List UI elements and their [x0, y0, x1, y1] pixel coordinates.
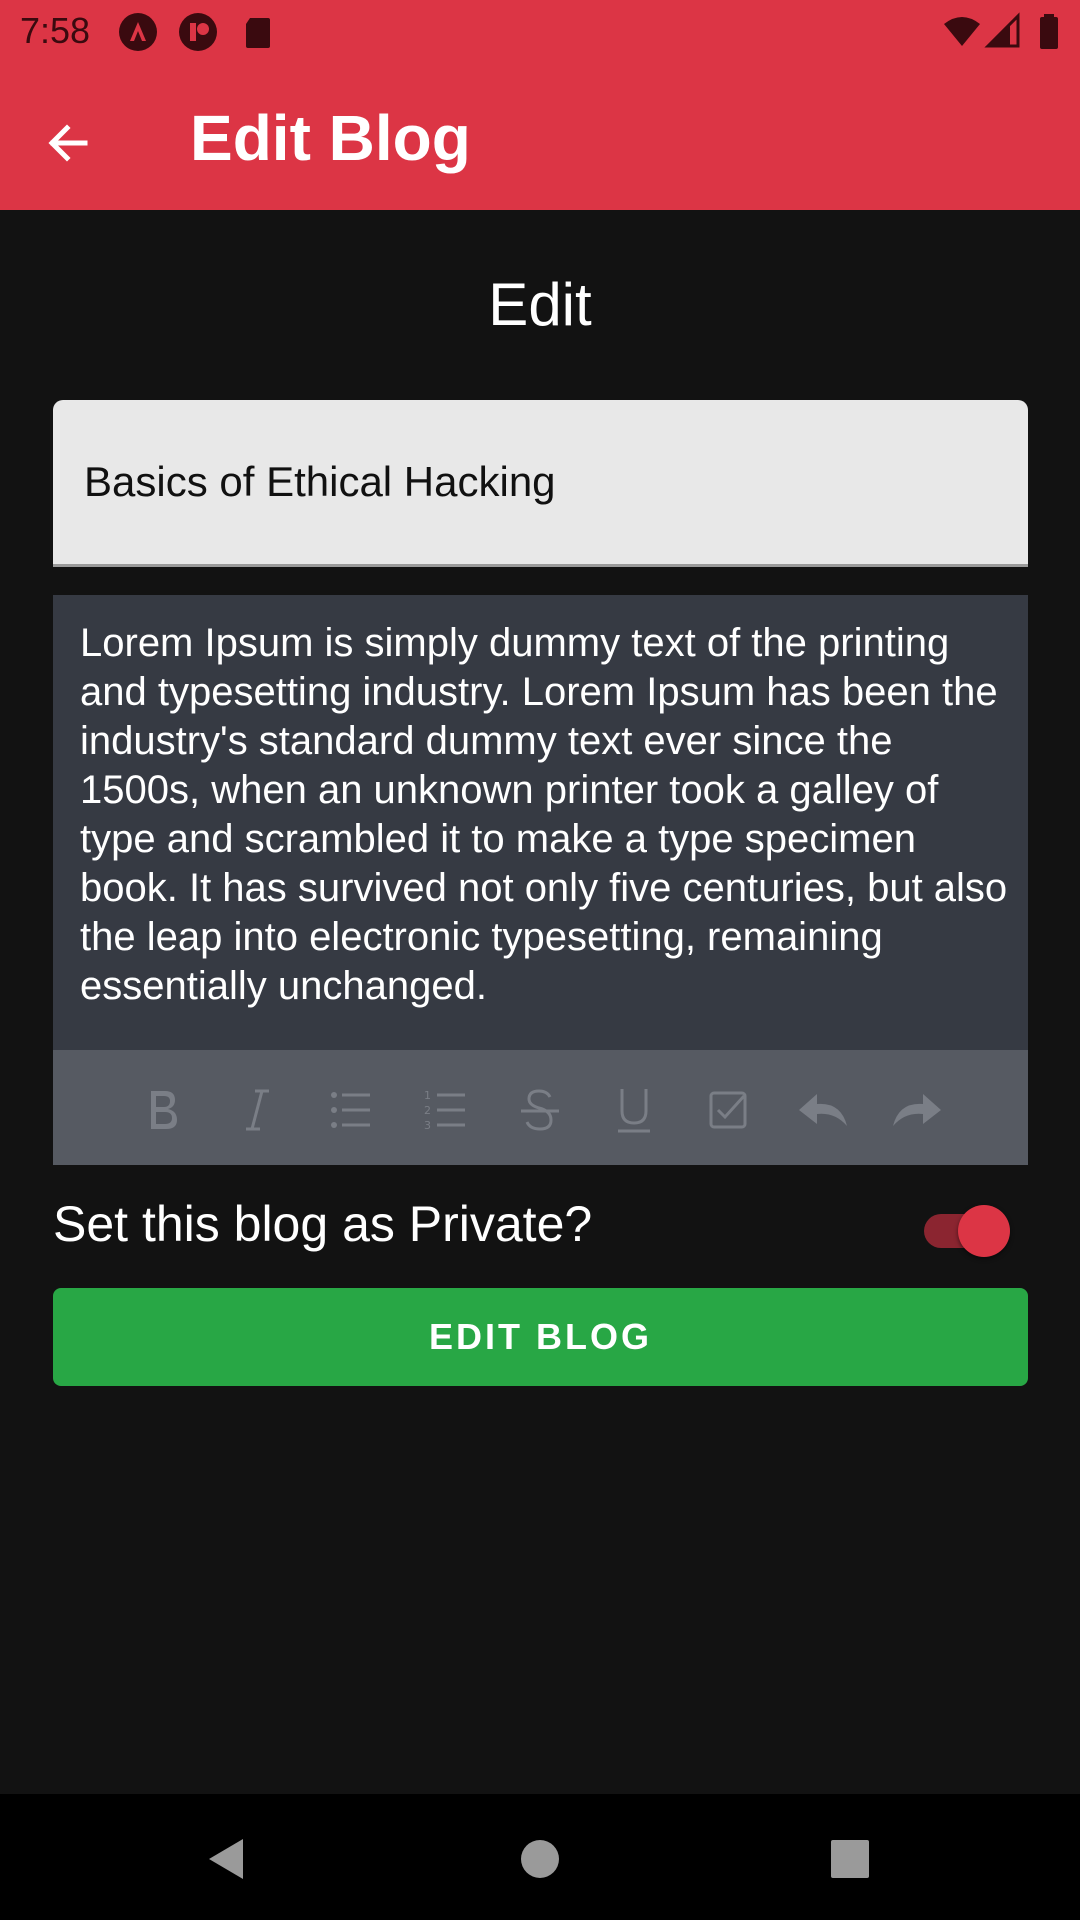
recents-square-icon[interactable] [815, 1824, 885, 1894]
form-heading: Edit [488, 271, 592, 338]
private-label: Set this blog as Private? [53, 1196, 593, 1252]
svg-text:2: 2 [424, 1104, 431, 1117]
italic-icon[interactable] [228, 1080, 288, 1140]
blog-body-editor[interactable]: Lorem Ipsum is simply dummy text of the … [53, 595, 1028, 1050]
svg-text:1: 1 [424, 1089, 431, 1102]
edit-blog-button[interactable]: EDIT BLOG [53, 1288, 1028, 1386]
checkbox-icon[interactable] [698, 1080, 758, 1140]
back-button[interactable] [28, 105, 108, 185]
underline-icon[interactable] [604, 1080, 664, 1140]
redo-icon[interactable] [887, 1080, 947, 1140]
app-notification-icon [178, 12, 218, 52]
app-bar: Edit Blog [0, 65, 1080, 210]
blog-body-text[interactable]: Lorem Ipsum is simply dummy text of the … [80, 619, 1010, 1011]
angular-notification-icon [118, 12, 158, 52]
strikethrough-icon[interactable] [510, 1080, 570, 1140]
battery-icon [1030, 12, 1070, 52]
bold-icon[interactable] [133, 1080, 193, 1140]
svg-text:3: 3 [424, 1119, 431, 1132]
editor-toolbar: 1 2 3 [53, 1050, 1028, 1165]
back-triangle-icon[interactable] [190, 1824, 260, 1894]
page-title: Edit Blog [190, 102, 471, 174]
private-toggle[interactable] [920, 1205, 1010, 1257]
signal-icon [984, 12, 1024, 52]
toggle-thumb [958, 1205, 1010, 1257]
arrow-back-icon [43, 118, 93, 173]
bullet-list-icon[interactable] [321, 1080, 381, 1140]
status-time: 7:58 [20, 10, 91, 51]
status-bar: 7:58 [0, 0, 1080, 65]
system-nav-bar [0, 1794, 1080, 1920]
wifi-icon [942, 12, 982, 52]
numbered-list-icon[interactable]: 1 2 3 [416, 1080, 476, 1140]
title-field[interactable] [53, 400, 1028, 567]
home-circle-icon[interactable] [505, 1824, 575, 1894]
title-input[interactable] [84, 458, 984, 506]
undo-icon[interactable] [793, 1080, 853, 1140]
sd-card-icon [238, 12, 278, 52]
